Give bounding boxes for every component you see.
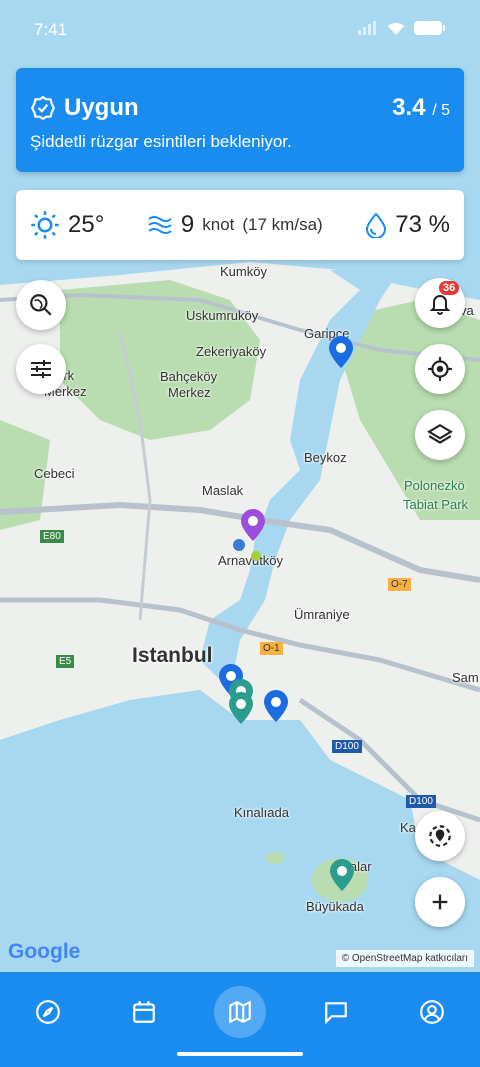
location-target-icon <box>429 825 451 847</box>
wind-value: 9 <box>180 211 195 238</box>
map-label: Maslak <box>202 483 244 498</box>
map-island <box>265 852 285 864</box>
map-label: Polonezkö <box>404 478 465 493</box>
map-label: Tabiat Park <box>403 497 469 512</box>
add-button[interactable] <box>415 877 465 927</box>
wind: 9 knot (17 km/sa) <box>147 211 323 239</box>
signal-icon <box>358 21 376 35</box>
condition-description: Şiddetli rüzgar esintileri bekleniyor. <box>30 132 292 151</box>
compass-icon <box>36 1000 60 1024</box>
water-drop-icon <box>366 212 387 238</box>
weather-card: 25° 9 knot (17 km/sa) 73 % <box>16 190 464 260</box>
status-time: 7:41 <box>34 20 68 39</box>
map-label: Kumköy <box>220 264 267 279</box>
status-bar: 7:41 <box>0 0 480 60</box>
map-label: Zekeriyaköy <box>196 344 267 359</box>
layers-icon <box>427 423 453 444</box>
map-label: Istanbul <box>132 644 213 667</box>
map-label: Cebeci <box>34 466 75 481</box>
humidity-value: 73 % <box>395 211 450 238</box>
google-logo-text: Google <box>8 940 81 963</box>
map-label: Sam <box>452 670 479 685</box>
condition-title: Uygun <box>64 94 139 121</box>
map-label: Garipce <box>304 326 350 341</box>
search-globe-icon <box>30 294 52 316</box>
humidity: 73 % <box>365 211 450 239</box>
nav-messages[interactable] <box>310 986 362 1038</box>
my-location-button[interactable] <box>415 344 465 394</box>
road-shield: D100 <box>406 795 436 808</box>
score-value: 3.4 <box>392 94 426 121</box>
road-shield: O-7 <box>388 578 411 591</box>
map-label: Adalar <box>334 859 372 874</box>
wind-alt: (17 km/sa) <box>242 215 323 234</box>
map-label: Uskumruköy <box>186 308 259 323</box>
nav-explore[interactable] <box>22 986 74 1038</box>
road-shield: E5 <box>56 655 75 668</box>
map-attribution[interactable]: © OpenStreetMap katkıcıları <box>335 950 474 967</box>
layers-button[interactable] <box>415 410 465 460</box>
bottom-nav <box>0 972 480 1067</box>
search-location-button[interactable] <box>16 280 66 330</box>
map-label: Merkez <box>168 385 211 400</box>
map-label: Arnavutköy <box>218 553 284 568</box>
nav-map[interactable] <box>214 986 266 1038</box>
notification-badge: 36 <box>439 281 460 295</box>
verified-badge-icon <box>30 95 56 121</box>
calendar-icon <box>133 1001 155 1023</box>
notifications-button[interactable]: 36 <box>415 278 465 328</box>
home-indicator <box>177 1052 303 1056</box>
plus-icon <box>432 894 448 910</box>
map-label: Ka <box>400 820 416 835</box>
road-shield: D100 <box>332 740 362 753</box>
chat-icon <box>325 1002 347 1025</box>
wind-unit: knot <box>202 215 235 234</box>
map-label: Ümraniye <box>294 607 350 622</box>
google-logo: Google <box>8 940 80 964</box>
nav-profile[interactable] <box>406 986 458 1038</box>
wifi-icon <box>388 22 404 35</box>
location-pin-button[interactable] <box>415 811 465 861</box>
crosshair-icon <box>428 357 452 381</box>
road-shield: E80 <box>40 530 64 543</box>
temperature: 25° <box>30 210 104 240</box>
profile-icon <box>420 1000 444 1024</box>
condition-card[interactable]: Uygun 3.4 / 5 Şiddetli rüzgar esintileri… <box>16 68 464 172</box>
sun-icon <box>31 211 59 239</box>
map-label: Kınalıada <box>234 805 289 820</box>
filter-button[interactable] <box>16 344 66 394</box>
road-shield: O-1 <box>260 642 283 655</box>
condition-score: 3.4 / 5 <box>392 94 450 122</box>
map-label: Büyükada <box>306 899 364 914</box>
wind-icon <box>148 216 172 234</box>
nav-calendar[interactable] <box>118 986 170 1038</box>
temperature-value: 25° <box>68 211 105 238</box>
sliders-icon <box>31 360 51 378</box>
map-label: Bahçeköy <box>160 369 218 384</box>
score-max: / 5 <box>432 102 450 119</box>
map-icon <box>229 1000 251 1024</box>
map-label: Beykoz <box>304 450 347 465</box>
battery-icon <box>414 21 445 35</box>
